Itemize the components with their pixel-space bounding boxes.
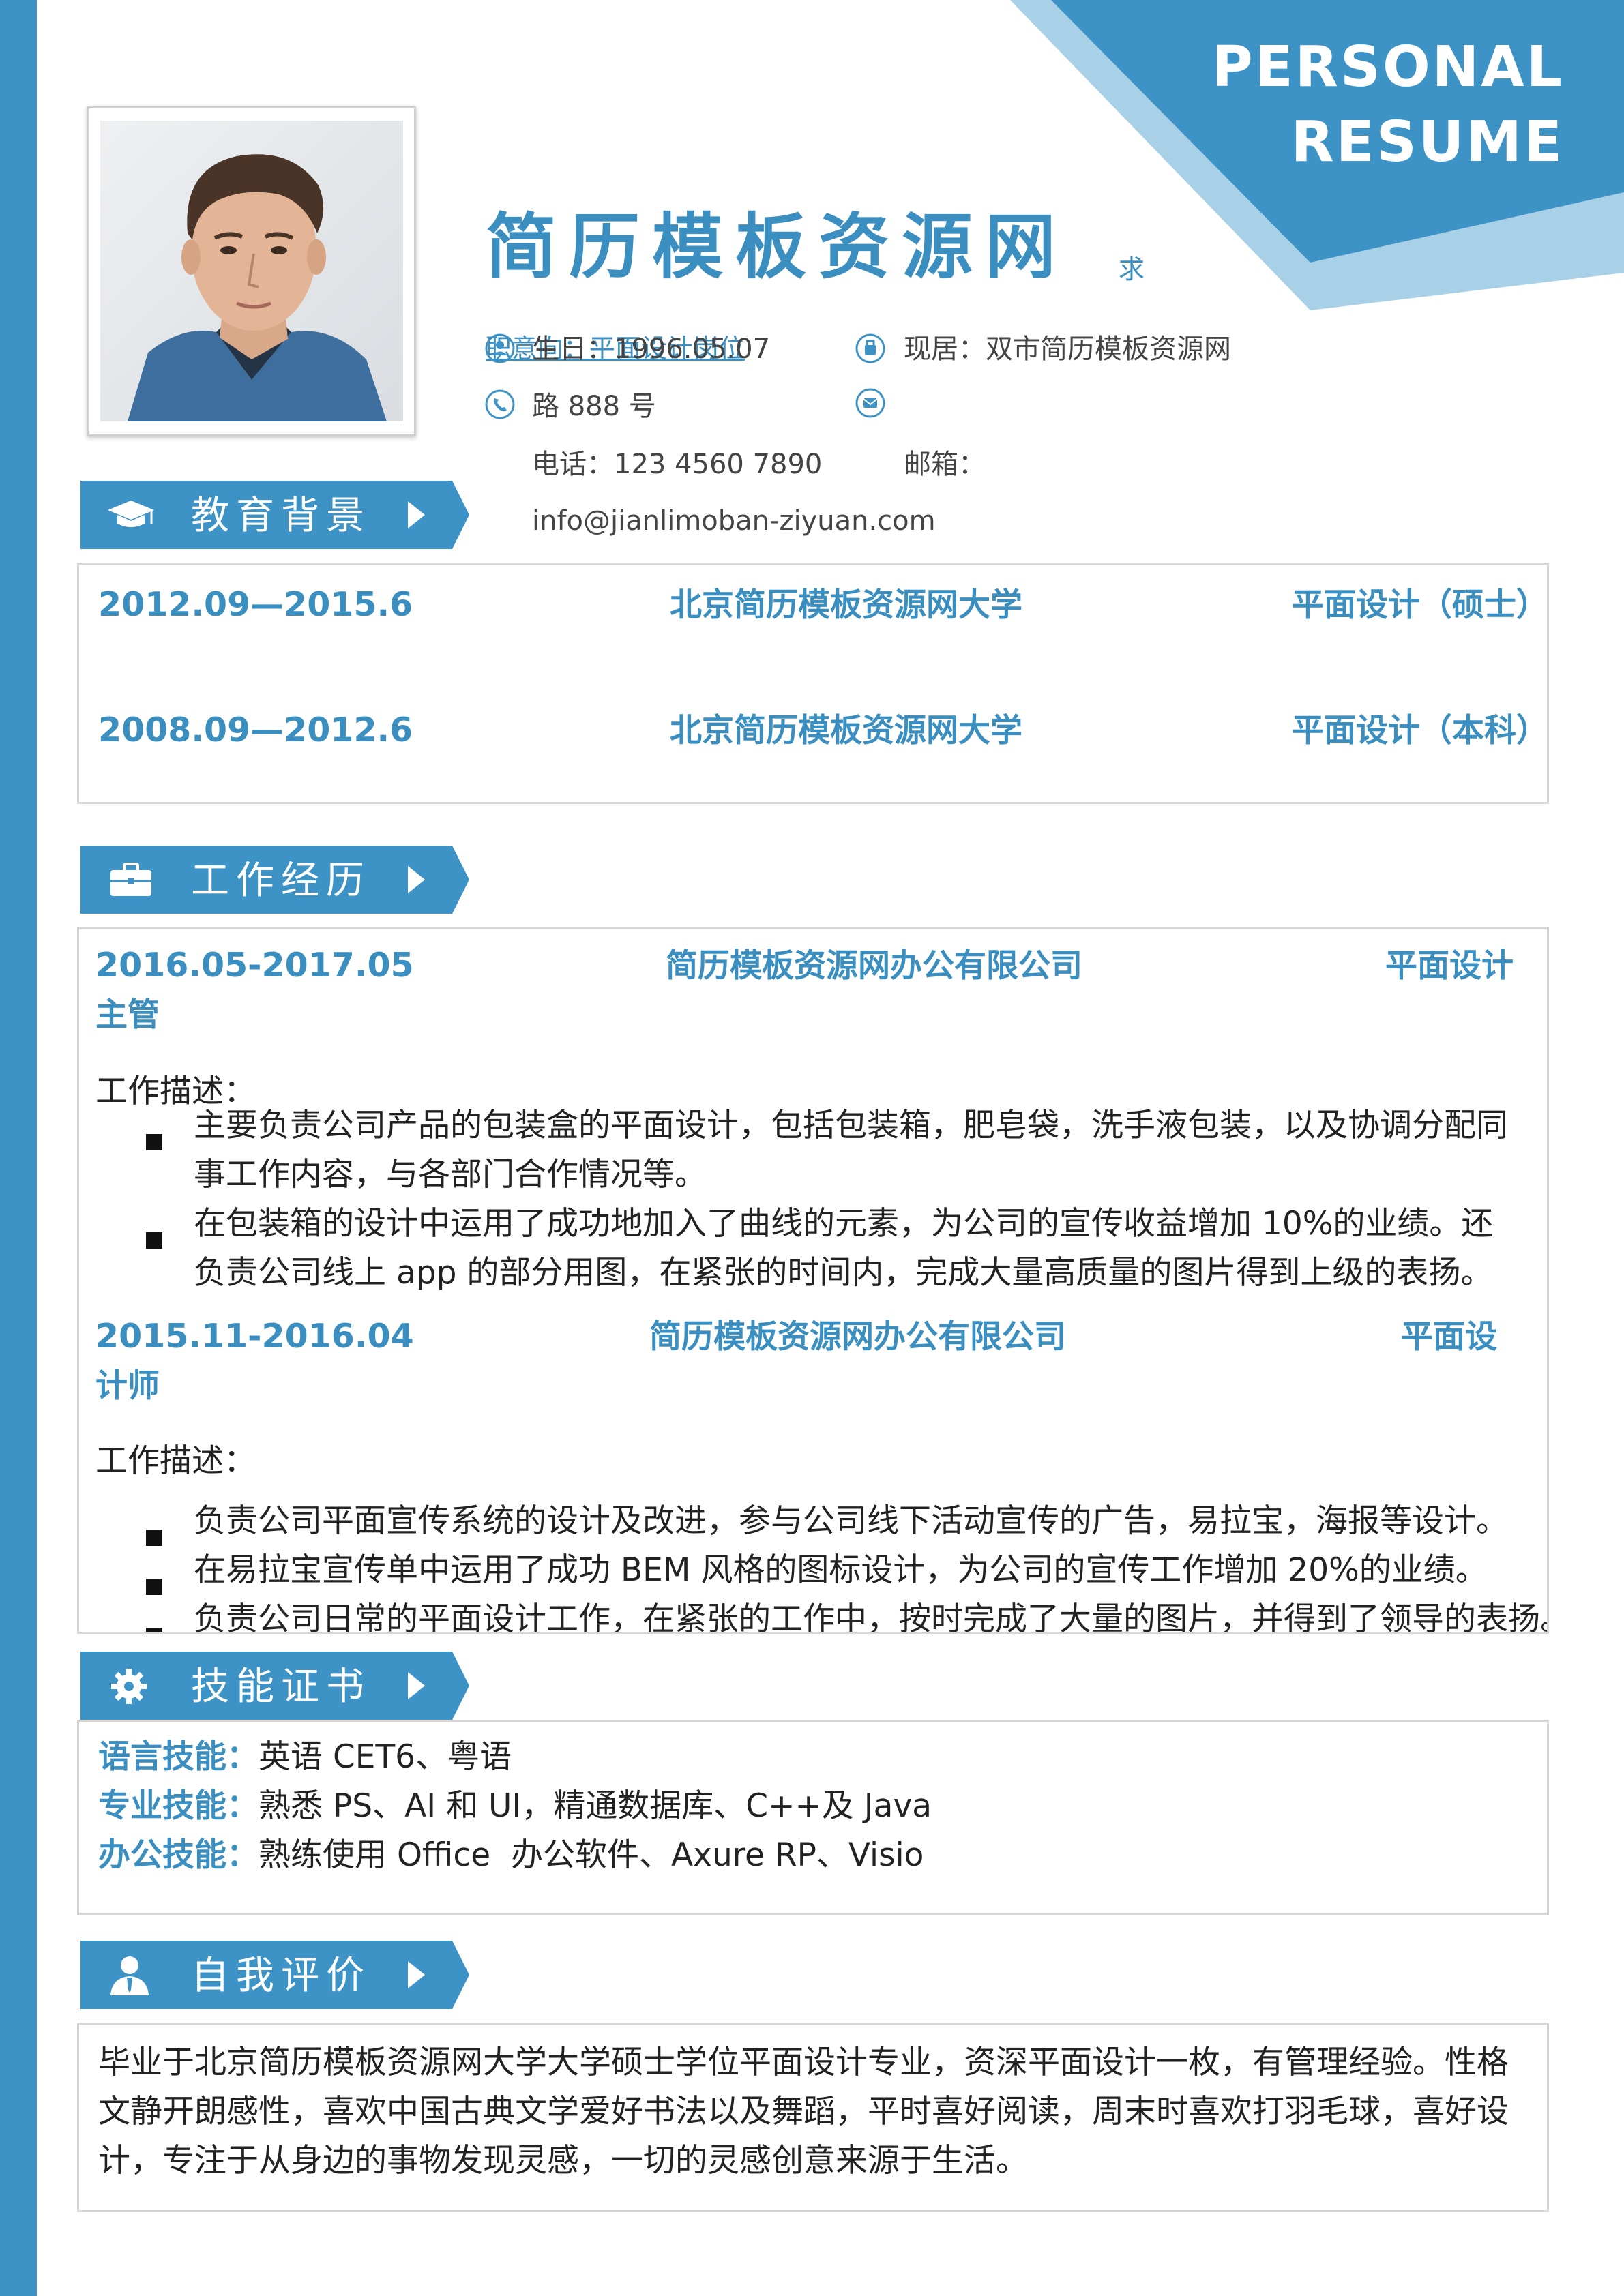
residence-info: 现居：双市简历模板资源网	[904, 333, 1231, 365]
left-accent-band	[0, 0, 37, 2296]
job2-bullet1: 负责公司平面宣传系统的设计及改进，参与公司线下活动宣传的广告，易拉宝，海报等设计…	[194, 1502, 1508, 1540]
section-title-skills: 技能证书	[191, 1665, 371, 1709]
bullet-marker	[146, 1628, 162, 1632]
job2-bullet3: 负责公司日常的平面设计工作，在紧张的工作中，按时完成了大量的图片，并得到了领导的…	[194, 1600, 1549, 1634]
edu-major-1: 平面设计（硕士）	[1292, 586, 1548, 624]
job1-position-cont: 主管	[95, 996, 160, 1034]
education-box: 2012.09—2015.6 北京简历模板资源网大学 平面设计（硕士） 2008…	[77, 563, 1549, 804]
job2-period: 2015.11-2016.04	[95, 1317, 414, 1356]
graduation-cap-icon	[108, 501, 154, 527]
section-title-education: 教育背景	[191, 494, 371, 538]
bullet-marker	[146, 1134, 162, 1150]
section-title-self-eval: 自我评价	[191, 1954, 371, 1998]
address-info: 路 888 号	[532, 391, 656, 422]
section-title-work: 工作经历	[191, 859, 371, 903]
user-icon	[485, 333, 515, 363]
self-eval-line1: 毕业于北京简历模板资源网大学大学硕士学位平面设计专业，资深平面设计一枚，有管理经…	[98, 2044, 1509, 2081]
home-icon	[855, 333, 885, 363]
edu-period-1: 2012.09—2015.6	[98, 585, 413, 624]
bullet-marker	[146, 1579, 162, 1595]
candidate-name: 简历模板资源网	[486, 205, 1069, 288]
profile-photo	[100, 121, 403, 421]
phone-icon	[485, 389, 515, 419]
skill-value: 熟练使用 Office 办公软件、Axure RP、Visio	[259, 1836, 924, 1874]
skill-label: 专业技能：	[98, 1787, 259, 1825]
section-header-work: 工作经历	[80, 846, 469, 914]
job1-bullet2-line1: 在包装箱的设计中运用了成功地加入了曲线的元素，为公司的宣传收益增加 10%的业绩…	[194, 1205, 1494, 1242]
mail-icon	[855, 388, 885, 418]
edu-major-2: 平面设计（本科）	[1292, 712, 1548, 749]
job2-position-cont: 计师	[95, 1367, 160, 1405]
job1-period: 2016.05-2017.05	[95, 946, 414, 985]
section-header-skills: 技能证书	[80, 1652, 469, 1720]
skill-label: 语言技能：	[98, 1738, 259, 1776]
resume-title-line1: PERSONAL	[1211, 35, 1564, 100]
resume-title-line2: RESUME	[1290, 110, 1564, 175]
gear-icon	[111, 1669, 147, 1704]
email-info: info@jianlimoban-ziyuan.com	[532, 505, 936, 537]
job1-bullet2-line2: 负责公司线上 app 的部分用图，在紧张的时间内，完成大量高质量的图片得到上级的…	[194, 1254, 1493, 1292]
phone-info: 电话：123 4560 7890	[532, 449, 823, 480]
skill-row-professional: 专业技能：熟悉 PS、AI 和 UI，精通数据库、C++及 Java	[98, 1787, 932, 1825]
job2-company: 简历模板资源网办公有限公司	[649, 1318, 1066, 1356]
edu-school-2: 北京简历模板资源网大学	[670, 712, 1022, 749]
self-eval-line2: 文静开朗感性，喜欢中国古典文学爱好书法以及舞蹈，平时喜好阅读，周末时喜欢打羽毛球…	[98, 2093, 1509, 2130]
bullet-marker	[146, 1232, 162, 1249]
section-header-self-eval: 自我评价	[80, 1941, 469, 2009]
skill-row-office: 办公技能：熟练使用 Office 办公软件、Axure RP、Visio	[98, 1836, 924, 1875]
job1-bullet1-line1: 主要负责公司产品的包装盒的平面设计，包括包装箱，肥皂袋，洗手液包装，以及协调分配…	[194, 1107, 1508, 1144]
profile-photo-frame	[87, 106, 416, 436]
job1-company: 简历模板资源网办公有限公司	[666, 947, 1082, 985]
job2-bullet2: 在易拉宝宣传单中运用了成功 BEM 风格的图标设计，为公司的宣传工作增加 20%…	[194, 1551, 1488, 1589]
briefcase-icon	[110, 863, 151, 896]
skill-label: 办公技能：	[98, 1836, 259, 1874]
skills-box: 语言技能：英语 CET6、粤语 专业技能：熟悉 PS、AI 和 UI，精通数据库…	[77, 1720, 1549, 1915]
edu-period-2: 2008.09—2012.6	[98, 711, 413, 749]
edu-school-1: 北京简历模板资源网大学	[670, 586, 1022, 624]
work-box: 2016.05-2017.05 简历模板资源网办公有限公司 平面设计 主管 工作…	[77, 927, 1549, 1634]
birth-info: 生日：1996.05.07	[532, 333, 771, 365]
skill-value: 熟悉 PS、AI 和 UI，精通数据库、C++及 Java	[259, 1787, 932, 1825]
skill-row-language: 语言技能：英语 CET6、粤语	[98, 1738, 512, 1776]
seek-label: 求	[1119, 254, 1145, 284]
job2-desc-label: 工作描述：	[95, 1442, 256, 1480]
self-eval-line3: 计，专注于从身边的事物发现灵感，一切的灵感创意来源于生活。	[98, 2142, 1028, 2179]
section-header-education: 教育背景	[80, 481, 469, 549]
job1-position: 平面设计	[1385, 947, 1514, 985]
job1-bullet1-line2: 事工作内容，与各部门合作情况等。	[194, 1156, 707, 1193]
skill-value: 英语 CET6、粤语	[259, 1738, 512, 1776]
self-eval-box: 毕业于北京简历模板资源网大学大学硕士学位平面设计专业，资深平面设计一枚，有管理经…	[77, 2023, 1549, 2212]
bullet-marker	[146, 1530, 162, 1546]
email-label: 邮箱：	[904, 449, 986, 480]
job2-position: 平面设	[1401, 1318, 1497, 1356]
person-icon	[110, 1956, 149, 1995]
